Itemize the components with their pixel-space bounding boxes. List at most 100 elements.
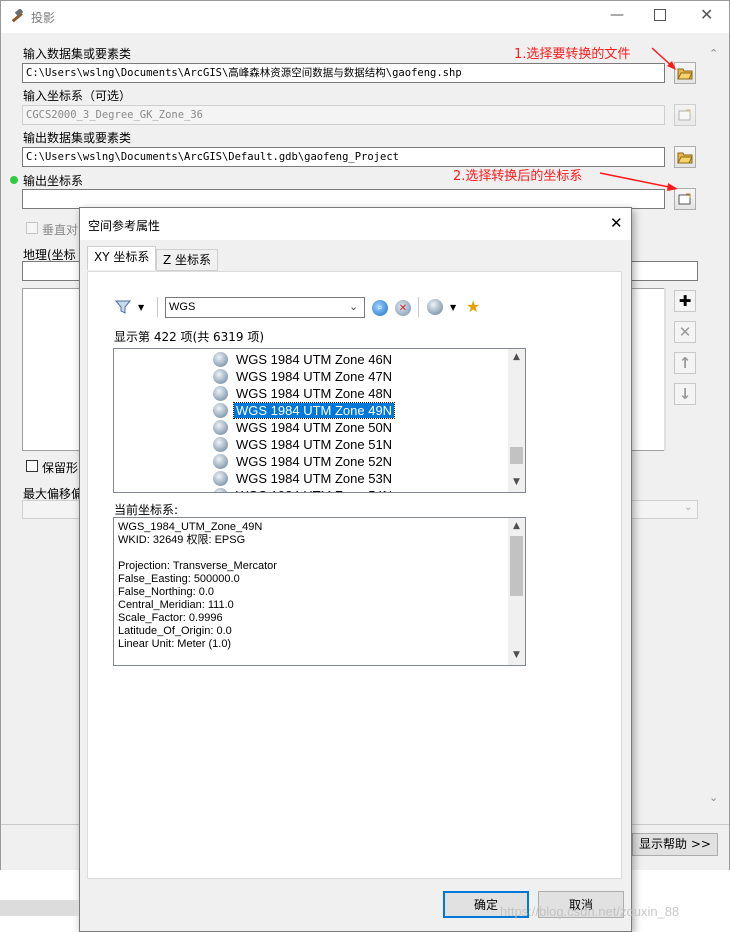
add-button[interactable]: ✚ (674, 290, 696, 312)
close-icon[interactable]: ✕ (700, 5, 713, 24)
remove-button: ✕ (674, 321, 696, 343)
output-cs-label: 输出坐标系 (23, 174, 84, 188)
list-item[interactable]: WGS 1984 UTM Zone 52N (213, 453, 394, 470)
scroll-down-icon[interactable]: ▼ (508, 477, 525, 487)
details-line: Central_Meridian: 111.0 (118, 599, 234, 611)
scroll-up-icon[interactable]: ⌃ (709, 47, 718, 60)
search-combobox[interactable]: WGS ⌄ (165, 297, 365, 318)
open-folder-icon (677, 152, 693, 164)
scroll-up-icon[interactable]: ▲ (508, 521, 525, 531)
plus-icon: ✚ (678, 292, 692, 310)
list-item[interactable]: WGS 1984 UTM Zone 51N (213, 436, 394, 453)
title-bar: 投影 — ✕ (1, 1, 729, 33)
details-scrollbar[interactable]: ▲ ▼ (508, 518, 525, 665)
clear-search-icon: ✕ (398, 302, 408, 314)
list-item[interactable]: WGS 1984 UTM Zone 48N (213, 385, 394, 402)
dropdown-arrow-icon: ▼ (138, 302, 145, 312)
globe-icon (213, 488, 228, 492)
input-cs-label: 输入坐标系（可选） (23, 89, 132, 103)
toolbar-separator (157, 297, 158, 317)
list-item[interactable]: WGS 1984 UTM Zone 50N (213, 419, 394, 436)
list-item[interactable]: WGS 1984 UTM Zone 47N (213, 368, 394, 385)
details-line: Linear Unit: Meter (1.0) (118, 638, 232, 650)
details-line: WKID: 32649 权限: EPSG (118, 534, 246, 546)
details-line: Scale_Factor: 0.9996 (118, 612, 223, 624)
clear-search-button[interactable]: ✕ (395, 300, 411, 316)
list-item[interactable]: WGS 1984 UTM Zone 54N (213, 487, 394, 492)
toolbar-separator (418, 297, 419, 317)
scroll-thumb[interactable] (510, 447, 523, 464)
details-line: False_Easting: 500000.0 (118, 573, 240, 585)
input-cs-properties-button (674, 104, 696, 126)
list-item-label: WGS 1984 UTM Zone 50N (236, 420, 393, 435)
list-item-label: WGS 1984 UTM Zone 51N (236, 437, 393, 452)
dropdown-arrow-icon: ▼ (450, 302, 457, 312)
chevron-down-icon: ⌄ (349, 300, 359, 313)
watermark-text: https://blog.csdn.net/zouxin_88 (500, 904, 680, 919)
globe-icon (213, 471, 228, 486)
scroll-down-icon[interactable]: ▼ (508, 650, 525, 660)
globe-icon (213, 386, 228, 401)
annotation-step2: 2.选择转换后的坐标系 (453, 169, 583, 184)
show-help-button[interactable]: 显示帮助 >> (632, 833, 718, 856)
list-item-label: WGS 1984 UTM Zone 48N (236, 386, 393, 401)
properties-icon (678, 109, 691, 121)
search-icon: ⌕ (377, 303, 383, 313)
hammer-icon (11, 9, 24, 23)
search-value: WGS (169, 301, 196, 313)
output-browse-button[interactable] (674, 146, 696, 168)
preserve-shape-checkbox[interactable] (26, 460, 38, 472)
move-down-button: ↓ (674, 383, 696, 405)
filter-icon (114, 300, 132, 314)
globe-icon (213, 420, 228, 435)
search-button[interactable]: ⌕ (372, 300, 388, 316)
arrow-down-icon: ↓ (678, 385, 692, 403)
globe-icon (213, 437, 228, 452)
list-item[interactable]: WGS 1984 UTM Zone 46N (213, 351, 394, 368)
globe-icon (213, 454, 228, 469)
input-dataset-field[interactable]: C:\Users\wslng\Documents\ArcGIS\高峰森林资源空间… (22, 63, 665, 83)
vertical-label: 垂直对 (42, 223, 79, 237)
dialog-title: 空间参考属性 (88, 219, 161, 233)
output-dataset-label: 输出数据集或要素类 (23, 131, 132, 145)
current-cs-details: WGS_1984_UTM_Zone_49N WKID: 32649 权限: EPS… (113, 517, 526, 666)
list-item-label: WGS 1984 UTM Zone 52N (236, 454, 393, 469)
minimize-icon[interactable]: — (610, 7, 624, 23)
annotation-arrow-2 (599, 172, 678, 191)
dialog-close-icon[interactable]: ✕ (610, 214, 623, 232)
globe-icon (213, 352, 228, 367)
x-icon: ✕ (678, 323, 692, 341)
list-item-label: WGS 1984 UTM Zone 46N (236, 352, 393, 367)
list-item-label: WGS 1984 UTM Zone 47N (236, 369, 393, 384)
properties-icon (678, 193, 691, 205)
globe-icon (427, 299, 443, 315)
list-item[interactable]: WGS 1984 UTM Zone 53N (213, 470, 394, 487)
add-coordinate-system-button[interactable]: ▼ (427, 299, 456, 315)
list-edge (664, 288, 666, 451)
dropdown-arrow-icon: ⌄ (684, 502, 693, 513)
scroll-up-icon[interactable]: ▲ (508, 352, 525, 362)
list-item-label: WGS 1984 UTM Zone 49N (232, 402, 396, 419)
favorite-star-icon[interactable]: ★ (466, 297, 480, 316)
filter-button[interactable]: ▼ (114, 297, 154, 317)
move-up-button: ↑ (674, 352, 696, 374)
tab-z-coordinate-system[interactable]: Z 坐标系 (156, 249, 219, 271)
arrow-up-icon: ↑ (678, 354, 692, 372)
coordinate-system-list[interactable]: WGS 1984 UTM Zone 46N WGS 1984 UTM Zone 4… (113, 348, 526, 493)
input-cs-field: CGCS2000_3_Degree_GK_Zone_36 (22, 105, 665, 125)
list-item[interactable]: WGS 1984 UTM Zone 49N (213, 402, 396, 419)
list-item-label: WGS 1984 UTM Zone 53N (236, 471, 393, 486)
tab-xy-coordinate-system[interactable]: XY 坐标系 (87, 246, 157, 270)
maximize-icon[interactable] (654, 9, 666, 21)
preserve-shape-label: 保留形 (42, 461, 79, 475)
details-line: WGS_1984_UTM_Zone_49N (118, 521, 263, 533)
scroll-thumb[interactable] (510, 536, 523, 596)
list-scrollbar[interactable]: ▲ ▼ (508, 349, 525, 492)
window-title: 投影 (31, 11, 56, 25)
output-cs-field[interactable] (22, 189, 665, 209)
output-dataset-field[interactable]: C:\Users\wslng\Documents\ArcGIS\Default.… (22, 147, 665, 167)
globe-icon (213, 403, 228, 418)
scroll-down-icon[interactable]: ⌄ (709, 791, 718, 804)
vertical-checkbox (26, 222, 38, 234)
current-cs-label: 当前坐标系: (114, 503, 179, 517)
